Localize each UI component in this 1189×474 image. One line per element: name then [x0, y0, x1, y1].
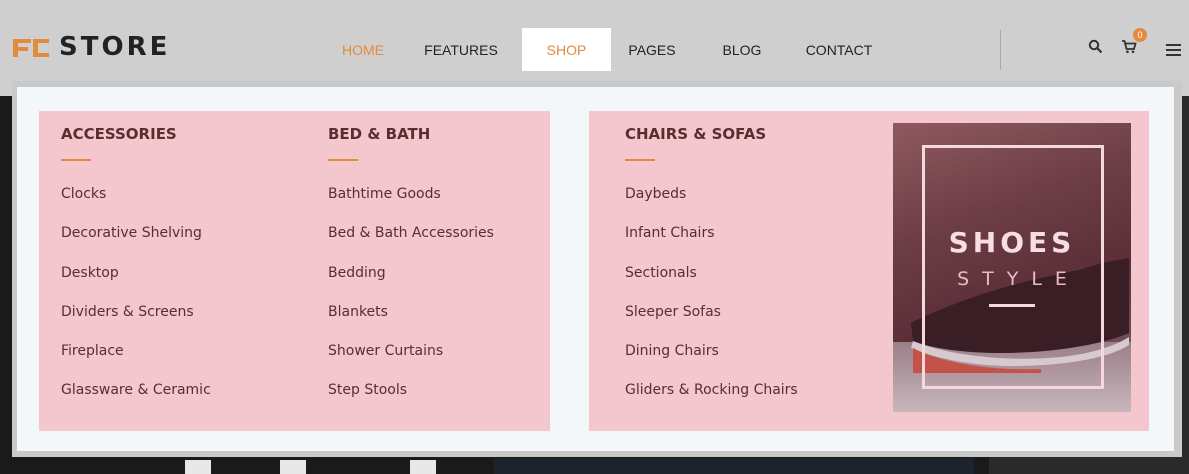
- menu-link[interactable]: Dining Chairs: [625, 343, 719, 359]
- menu-link[interactable]: Gliders & Rocking Chairs: [625, 382, 798, 398]
- menu-link[interactable]: Glassware & Ceramic: [61, 382, 211, 398]
- menu-link[interactable]: Bedding: [328, 265, 386, 281]
- hero-text-fragment: [185, 456, 445, 474]
- menu-link[interactable]: Clocks: [61, 186, 106, 202]
- mega-menu-panel-right: CHAIRS & SOFAS Daybeds Infant Chairs Sec…: [589, 111, 1149, 431]
- menu-link[interactable]: Infant Chairs: [625, 225, 715, 241]
- nav-shop[interactable]: SHOP: [522, 28, 611, 71]
- promo-subtitle: STYLE: [957, 268, 1080, 290]
- column-title-underline: [625, 159, 655, 161]
- cart-count-badge: 0: [1133, 28, 1147, 42]
- header-divider: [1000, 30, 1001, 70]
- cart-icon[interactable]: [1121, 39, 1137, 55]
- logo-mark-icon: [11, 33, 51, 61]
- nav-blog[interactable]: BLOG: [713, 28, 771, 71]
- menu-link[interactable]: Shower Curtains: [328, 343, 443, 359]
- logo-text: STORE: [59, 32, 171, 62]
- shop-mega-menu: ACCESSORIES Clocks Decorative Shelving D…: [12, 81, 1182, 457]
- menu-link[interactable]: Sectionals: [625, 265, 697, 281]
- menu-link[interactable]: Sleeper Sofas: [625, 304, 721, 320]
- nav-pages[interactable]: PAGES: [622, 28, 682, 71]
- menu-link[interactable]: Decorative Shelving: [61, 225, 202, 241]
- mega-menu-body: ACCESSORIES Clocks Decorative Shelving D…: [17, 87, 1174, 451]
- mega-menu-panel-left: ACCESSORIES Clocks Decorative Shelving D…: [39, 111, 550, 431]
- column-title[interactable]: CHAIRS & SOFAS: [625, 125, 766, 143]
- menu-link[interactable]: Blankets: [328, 304, 388, 320]
- promo-frame: [922, 145, 1104, 389]
- hamburger-menu-icon[interactable]: [1166, 41, 1182, 57]
- menu-link[interactable]: Fireplace: [61, 343, 124, 359]
- shoes-promo-banner[interactable]: SHOES STYLE: [893, 123, 1131, 412]
- nav-contact[interactable]: CONTACT: [798, 28, 880, 71]
- column-title-underline: [61, 159, 91, 161]
- menu-link[interactable]: Bed & Bath Accessories: [328, 225, 494, 241]
- search-icon[interactable]: [1088, 39, 1104, 55]
- nav-home[interactable]: HOME: [328, 28, 398, 71]
- promo-title: SHOES: [948, 226, 1076, 259]
- menu-link[interactable]: Step Stools: [328, 382, 407, 398]
- column-title[interactable]: BED & BATH: [328, 125, 430, 143]
- column-title[interactable]: ACCESSORIES: [61, 125, 177, 143]
- menu-link[interactable]: Bathtime Goods: [328, 186, 441, 202]
- promo-divider: [989, 304, 1035, 307]
- column-title-underline: [328, 159, 358, 161]
- hero-photo-fragment: [494, 458, 974, 474]
- menu-link[interactable]: Desktop: [61, 265, 119, 281]
- menu-link[interactable]: Dividers & Screens: [61, 304, 194, 320]
- nav-features[interactable]: FEATURES: [420, 28, 502, 71]
- site-logo[interactable]: STORE: [11, 33, 170, 61]
- menu-link[interactable]: Daybeds: [625, 186, 686, 202]
